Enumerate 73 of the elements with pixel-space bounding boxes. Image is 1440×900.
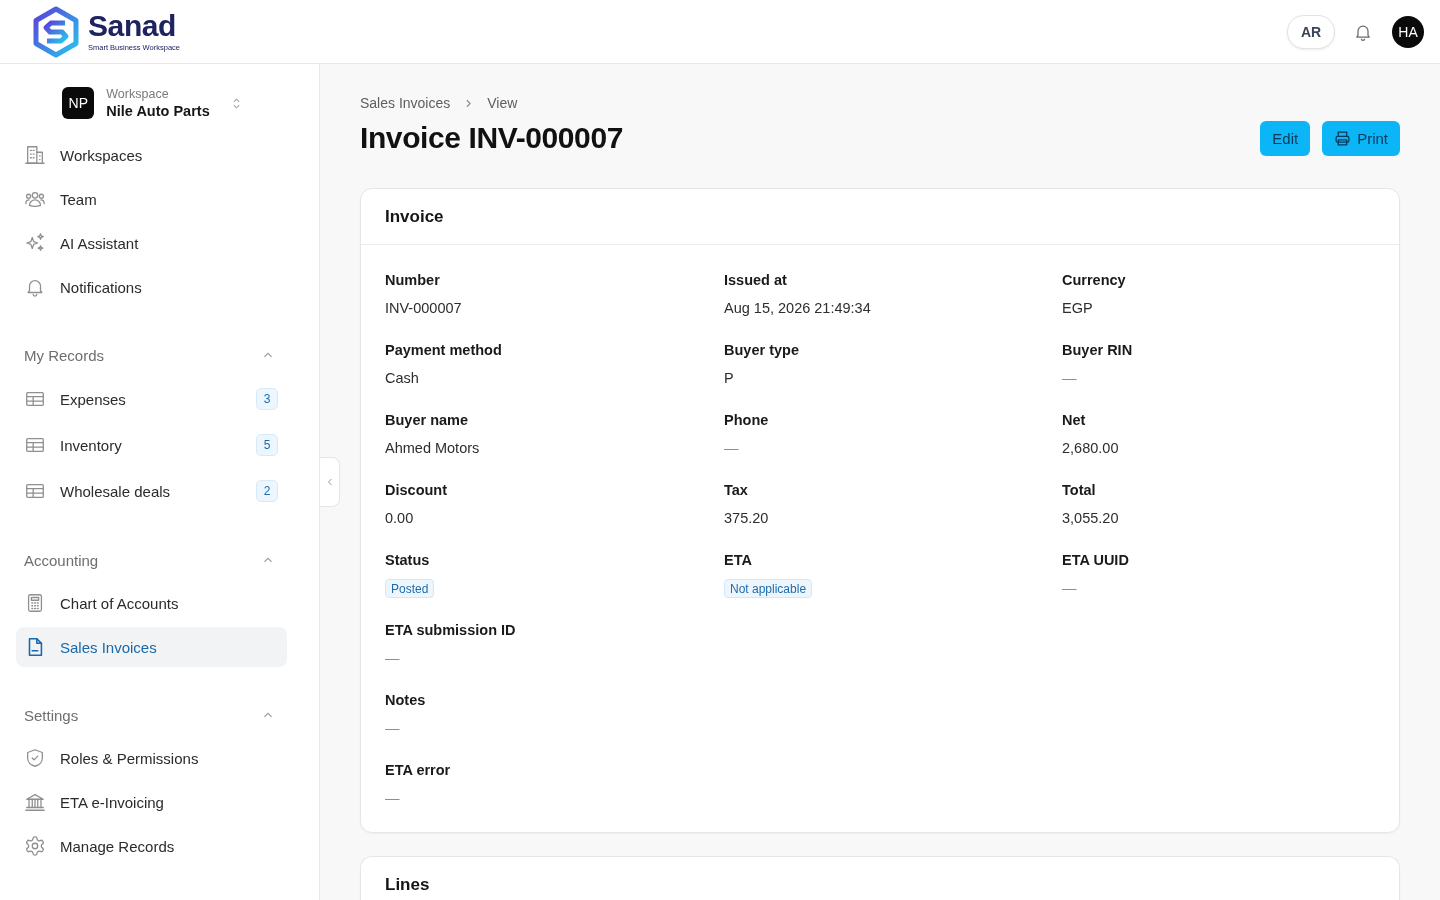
field-label: Tax xyxy=(724,481,748,500)
logo-icon xyxy=(33,5,79,58)
card-title: Invoice xyxy=(385,206,444,227)
edit-button[interactable]: Edit xyxy=(1260,120,1311,156)
field-value: — xyxy=(1062,369,1077,388)
field-value: — xyxy=(385,719,400,738)
field-label: Discount xyxy=(385,481,448,500)
count-badge: 3 xyxy=(256,388,278,410)
sidebar-item[interactable]: AI Assistant xyxy=(16,223,287,263)
field-label: Net xyxy=(1062,411,1086,430)
shield-check-icon xyxy=(24,747,46,769)
breadcrumb-link[interactable]: Sales Invoices xyxy=(360,95,451,111)
section-header[interactable]: Settings xyxy=(16,697,287,733)
field-label: Buyer RIN xyxy=(1062,341,1133,360)
field-value: Aug 15, 2026 21:49:34 xyxy=(724,299,871,318)
field-value: — xyxy=(385,789,400,808)
sidebar-item[interactable]: Notifications xyxy=(16,267,287,307)
field-label: Buyer name xyxy=(385,411,468,430)
workspace-avatar: NP xyxy=(62,87,95,119)
section-header[interactable]: My Records xyxy=(16,337,287,373)
field-label: Currency xyxy=(1062,271,1126,290)
field-value: 2,680.00 xyxy=(1062,439,1119,458)
field-value: — xyxy=(1062,579,1077,598)
section-header[interactable]: Accounting xyxy=(16,542,287,578)
status-badge: Posted xyxy=(385,579,435,598)
workspace-switcher[interactable]: NP Workspace Nile Auto Parts xyxy=(62,86,243,120)
sidebar-item[interactable]: Roles & Permissions xyxy=(16,738,287,778)
sidebar-item[interactable]: Expenses 3 xyxy=(16,378,287,420)
field-value: Cash xyxy=(385,369,419,388)
field-label: ETA xyxy=(724,551,752,570)
field-value: — xyxy=(385,649,400,668)
field-label: ETA UUID xyxy=(1062,551,1129,570)
field-label: Issued at xyxy=(724,271,787,290)
field-label: Phone xyxy=(724,411,769,430)
sidebar-item[interactable]: Sales Invoices xyxy=(16,627,287,667)
bank-icon xyxy=(24,791,46,813)
field-label: Status xyxy=(385,551,430,570)
count-badge: 5 xyxy=(256,434,278,456)
field-value: 3,055.20 xyxy=(1062,509,1119,528)
field-value: INV-000007 xyxy=(385,299,462,318)
sidebar-item[interactable]: Workspaces xyxy=(16,135,287,175)
field-value: EGP xyxy=(1062,299,1093,318)
sparkles-icon xyxy=(24,232,46,254)
sidebar-item[interactable]: Team xyxy=(16,179,287,219)
field-value: 0.00 xyxy=(385,509,414,528)
sidebar-item[interactable]: Manage Records xyxy=(16,826,287,866)
status-badge: Not applicable xyxy=(724,579,813,598)
building-icon xyxy=(24,144,46,166)
breadcrumb-current: View xyxy=(487,95,518,111)
settings-icon xyxy=(24,835,46,857)
count-badge: 2 xyxy=(256,480,278,502)
print-button[interactable]: Print xyxy=(1322,120,1400,156)
sidebar-item[interactable]: Inventory 5 xyxy=(16,424,287,466)
field-label: Number xyxy=(385,271,440,290)
sidebar-item[interactable]: Chart of Accounts xyxy=(16,583,287,623)
field-value: — xyxy=(724,439,739,458)
field-label: Notes xyxy=(385,691,426,710)
sidebar-item[interactable]: ETA e-Invoicing xyxy=(16,782,287,822)
sidebar-item[interactable]: Wholesale deals 2 xyxy=(16,470,287,512)
field-label: Payment method xyxy=(385,341,502,360)
field-value: Ahmed Motors xyxy=(385,439,480,458)
brand-name: Sanad xyxy=(88,11,178,41)
page-title: Invoice INV-000007 xyxy=(360,120,623,156)
field-value: P xyxy=(724,369,734,388)
field-label: Buyer type xyxy=(724,341,799,360)
card-title: Lines xyxy=(385,875,430,895)
field-value: 375.20 xyxy=(724,509,769,528)
field-label: ETA submission ID xyxy=(385,621,516,640)
user-avatar[interactable]: HA xyxy=(1392,15,1424,48)
field-label: ETA error xyxy=(385,761,451,780)
field-label: Total xyxy=(1062,481,1096,500)
printer-icon xyxy=(1334,129,1352,147)
language-button[interactable]: AR xyxy=(1287,14,1335,49)
